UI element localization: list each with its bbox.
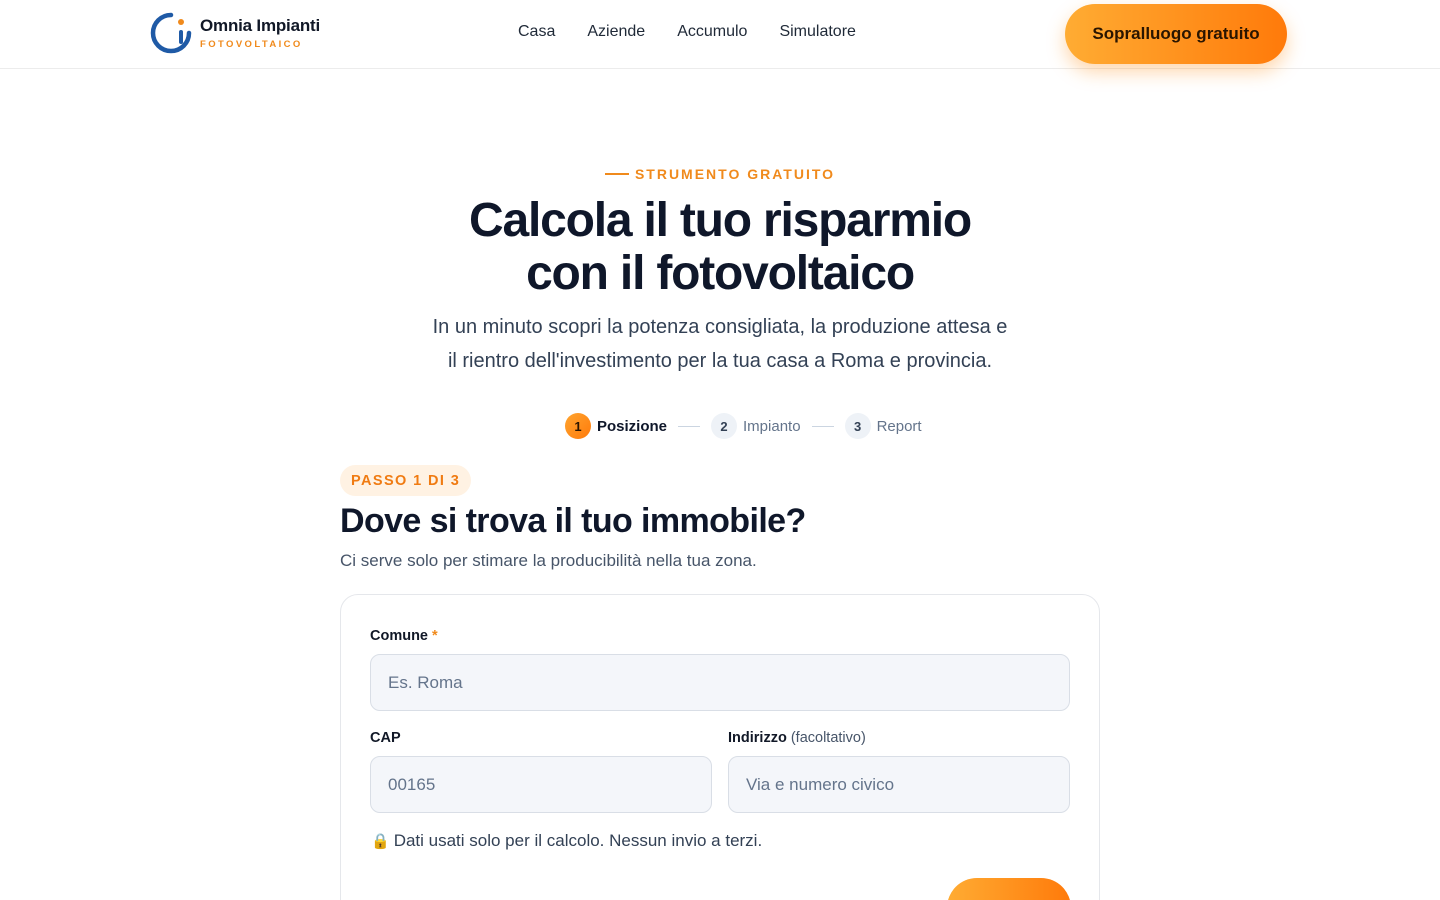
cap-label: CAP [370,730,401,746]
indirizzo-input[interactable] [728,756,1070,813]
step-separator [678,425,701,427]
nav-item-accumulo[interactable]: Accumulo [677,23,747,41]
site-header: Omnia Impianti FOTOVOLTAICO Casa Aziende… [0,0,1440,69]
required-marker: * [432,628,438,644]
progress-steps: 1 Posizione 2 Impianto 3 Report [565,413,922,439]
nav-item-aziende[interactable]: Aziende [587,23,645,41]
page-title: Calcola il tuo risparmio con il fotovolt… [320,194,1120,300]
optional-marker: (facoltativo) [790,730,866,746]
next-step-button[interactable] [947,878,1071,900]
step-posizione: 1 Posizione [565,413,667,439]
comune-label: Comune * [370,628,438,644]
question-subtitle: Ci serve solo per stimare la producibili… [340,551,757,570]
hero-subtitle: In un minuto scopri la potenza consiglia… [360,310,1080,378]
question-title: Dove si trova il tuo immobile? [340,502,806,540]
brand-tagline: FOTOVOLTAICO [200,39,303,50]
privacy-text: Dati usati solo per il calcolo. Nessun i… [393,831,763,850]
nav-item-casa[interactable]: Casa [518,23,555,41]
step-number: 3 [844,413,871,439]
nav-item-simulatore[interactable]: Simulatore [779,23,855,41]
subtitle-line-2: il rientro dell'investimento per la tua … [447,350,993,372]
main-nav: Casa Aziende Accumulo Simulatore [518,23,856,41]
title-line-1: Calcola il tuo risparmio [469,194,972,247]
step-badge: PASSO 1 DI 3 [340,465,472,496]
subtitle-line-1: In un minuto scopri la potenza consiglia… [432,316,1008,338]
step-number: 2 [711,413,738,439]
lock-icon: 🔒 [371,833,390,850]
location-form-card: Comune * CAP Indirizzo (facoltativo) 🔒 D… [340,594,1100,900]
privacy-note: 🔒 Dati usati solo per il calcolo. Nessun… [371,831,762,851]
step-impianto: 2 Impianto [711,413,801,439]
step-separator [811,425,834,427]
step-label: Impianto [743,417,801,435]
step-label: Posizione [597,417,668,435]
brand-logo[interactable]: Omnia Impianti FOTOVOLTAICO [150,12,320,54]
indirizzo-label: Indirizzo (facoltativo) [728,730,866,746]
eyebrow-dash [604,172,629,175]
indirizzo-label-text: Indirizzo [728,730,787,746]
cap-label-text: CAP [370,730,401,746]
hero-eyebrow: STRUMENTO GRATUITO [0,166,1440,182]
title-line-2: con il fotovoltaico [526,247,915,300]
comune-label-text: Comune [370,628,428,644]
free-inspection-button[interactable]: Sopralluogo gratuito [1065,4,1287,64]
eyebrow-text: STRUMENTO GRATUITO [634,166,836,182]
cap-input[interactable] [370,756,712,813]
step-label: Report [876,417,922,435]
brand-name: Omnia Impianti [200,16,320,35]
step-number: 1 [565,413,591,439]
logo-mark-icon [150,12,192,54]
step-report: 3 Report [844,413,922,439]
comune-input[interactable] [370,654,1070,711]
